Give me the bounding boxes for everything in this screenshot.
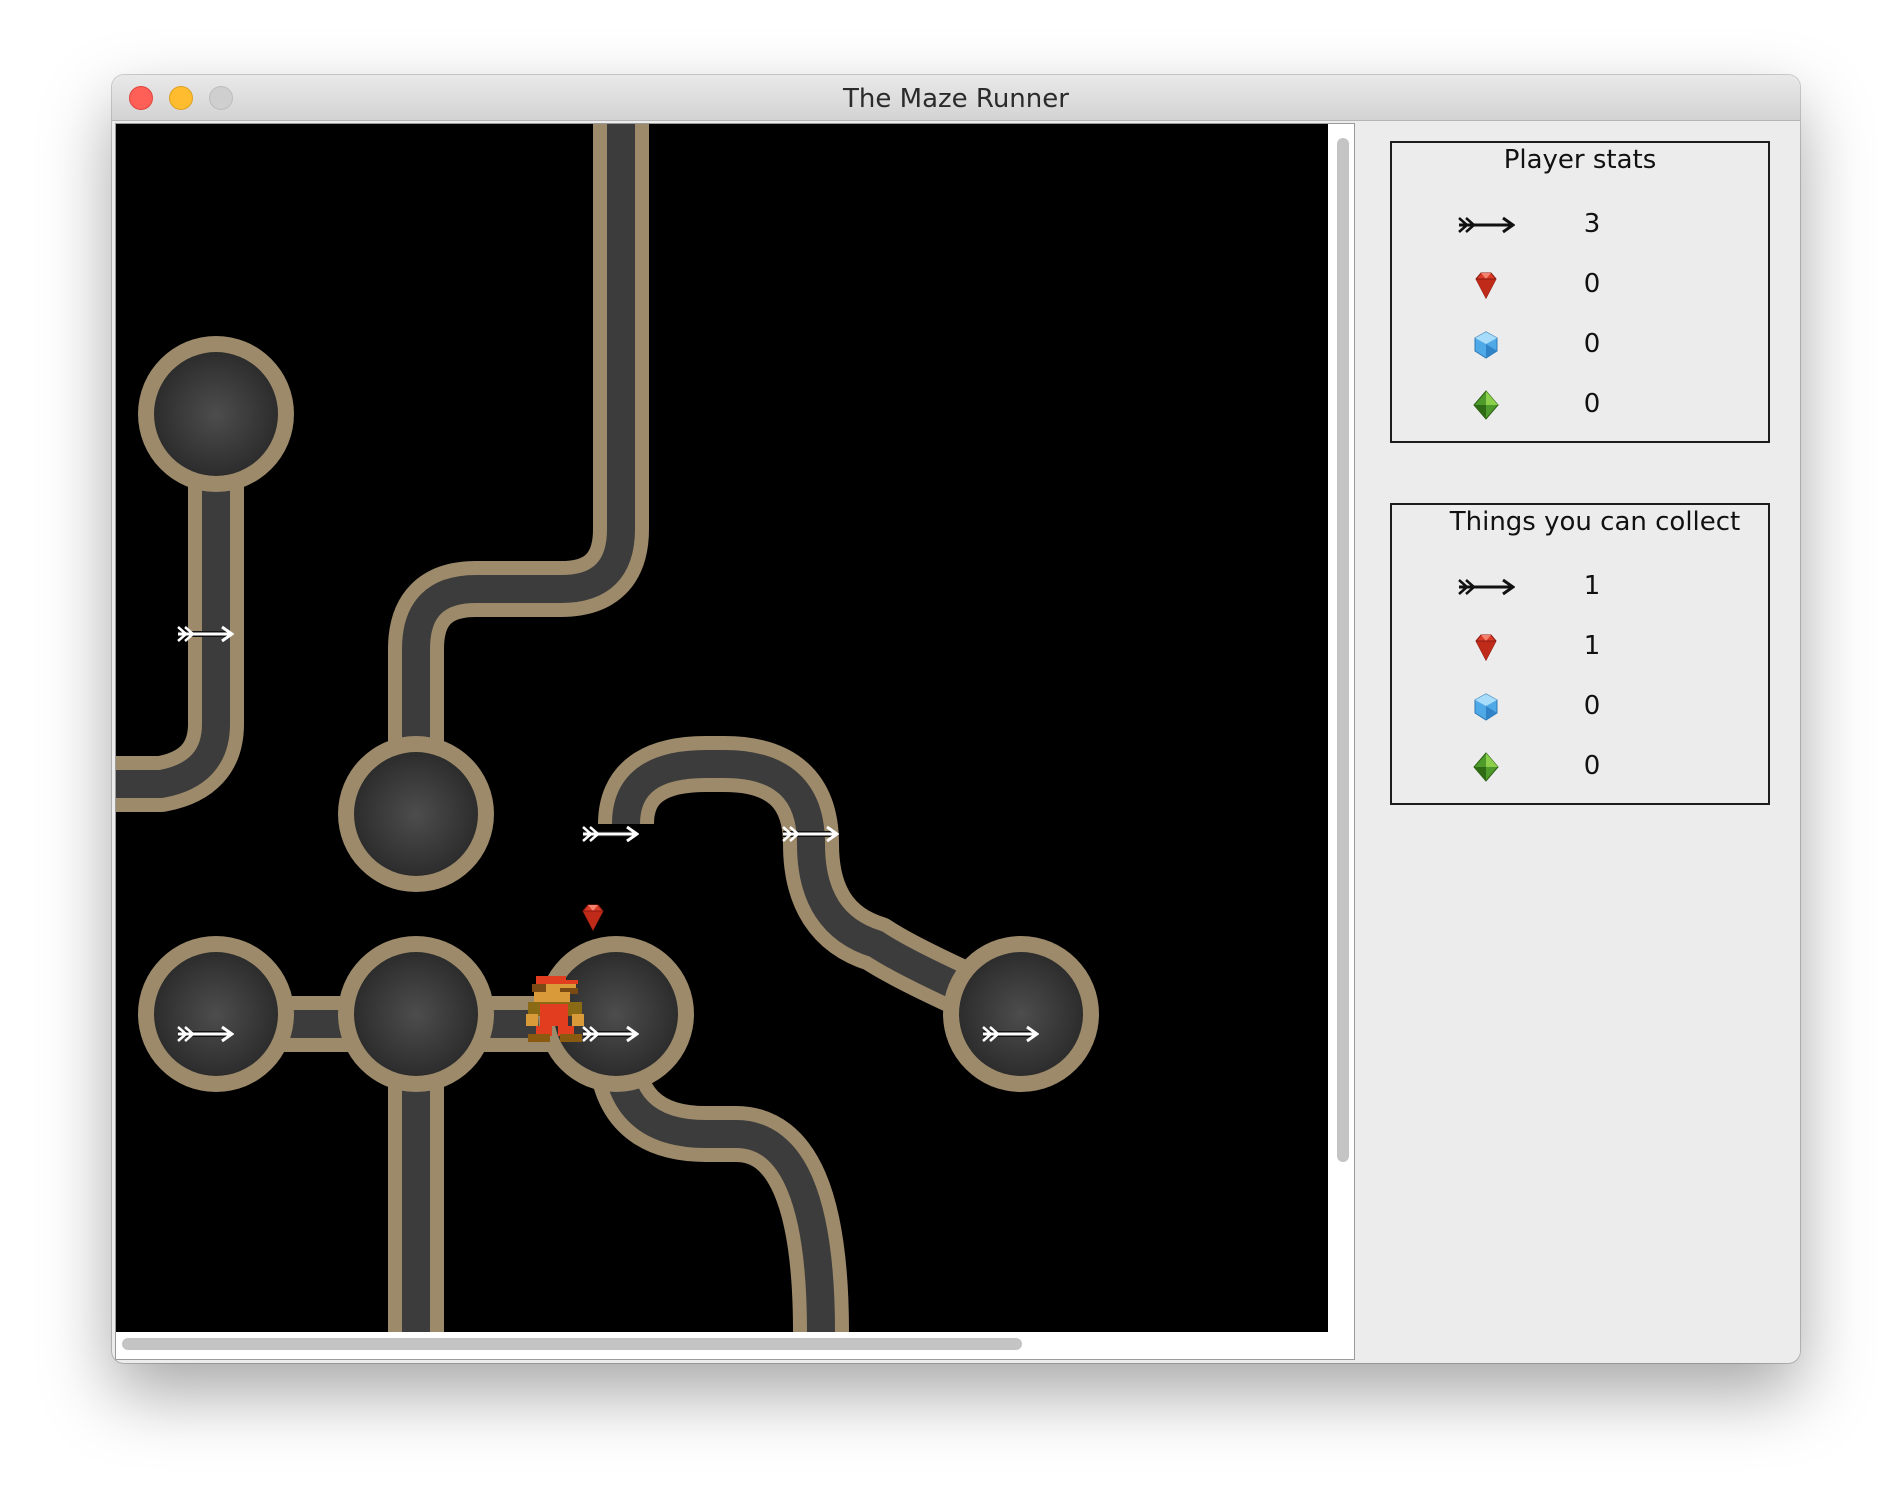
player-stat-blue-gems: 0 bbox=[1392, 323, 1768, 367]
collectable-green-gems-count: 0 bbox=[1583, 751, 1601, 781]
player-stat-red-gems: 0 bbox=[1392, 263, 1768, 307]
arrow-icon bbox=[1457, 216, 1515, 234]
collectable-arrows: 1 bbox=[1392, 565, 1768, 609]
red-gem-icon bbox=[1475, 634, 1497, 661]
collectable-blue-gems-count: 0 bbox=[1583, 691, 1601, 721]
player-arrows-count: 3 bbox=[1583, 209, 1601, 239]
blue-gem-icon bbox=[1474, 331, 1498, 359]
maze-scroll-pane[interactable] bbox=[115, 123, 1355, 1360]
player-stat-green-gems: 0 bbox=[1392, 383, 1768, 427]
collectables-title: Things you can collect bbox=[1449, 507, 1741, 537]
maze-room-floor bbox=[154, 952, 278, 1076]
vertical-scrollbar[interactable] bbox=[1337, 138, 1349, 1162]
maze-room-floor bbox=[154, 352, 278, 476]
blue-gem-icon bbox=[1474, 693, 1498, 721]
player-blue-gems-count: 0 bbox=[1583, 329, 1601, 359]
app-window: The Maze Runner Player stats 3 0 0 0 Thi… bbox=[112, 75, 1800, 1363]
collectable-arrows-count: 1 bbox=[1583, 571, 1601, 601]
horizontal-scrollbar[interactable] bbox=[122, 1338, 1022, 1350]
player-stats-panel: Player stats 3 0 0 0 bbox=[1390, 141, 1770, 443]
player-red-gems-count: 0 bbox=[1583, 269, 1601, 299]
player-stats-title: Player stats bbox=[1503, 145, 1657, 175]
arrow-icon bbox=[1457, 578, 1515, 596]
maze-view bbox=[116, 124, 1328, 1332]
maze-room-floor bbox=[959, 952, 1083, 1076]
maze-room-floor bbox=[354, 752, 478, 876]
collectable-blue-gems: 0 bbox=[1392, 685, 1768, 729]
collectable-green-gems: 0 bbox=[1392, 745, 1768, 789]
maze-room-floor bbox=[354, 952, 478, 1076]
green-gem-icon bbox=[1473, 390, 1499, 420]
red-gem-icon bbox=[1475, 272, 1497, 299]
collectable-red-gems-count: 1 bbox=[1583, 631, 1601, 661]
green-gem-icon bbox=[1473, 752, 1499, 782]
collectable-red-gems: 1 bbox=[1392, 625, 1768, 669]
collectables-panel: Things you can collect 1 1 0 0 bbox=[1390, 503, 1770, 805]
title-bar: The Maze Runner bbox=[112, 75, 1800, 121]
player-stat-arrows: 3 bbox=[1392, 203, 1768, 247]
player-green-gems-count: 0 bbox=[1583, 389, 1601, 419]
window-title: The Maze Runner bbox=[843, 84, 1069, 114]
